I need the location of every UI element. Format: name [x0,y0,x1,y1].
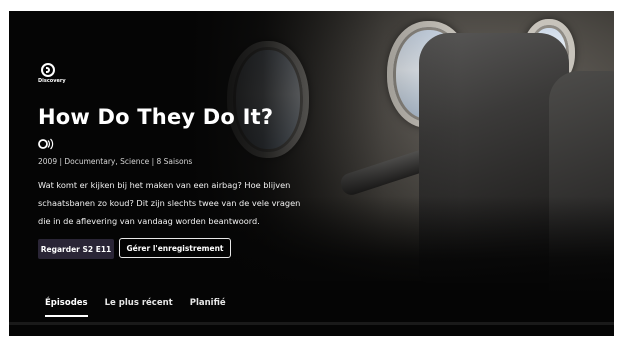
show-description: Wat komt er kijken bij het maken van een… [38,180,301,226]
tab-latest[interactable]: Le plus récent [105,298,173,314]
tab-episodes[interactable]: Épisodes [45,298,88,317]
channel-logo-text: Discovery [38,78,66,84]
tab-bar: Épisodes Le plus récent Planifié [45,298,226,317]
manage-recording-button[interactable]: Gérer l'enregistrement [119,238,231,258]
watch-episode-button[interactable]: Regarder S2 E11 [38,239,114,259]
audio-description-icon [38,138,54,150]
content-row-peek [9,322,614,325]
show-title: How Do They Do It? [38,105,274,129]
channel-logo: Discovery [38,63,74,84]
show-metadata: 2009 | Documentary, Science | 8 Saisons [38,157,193,166]
hero-background-image [9,11,614,336]
tab-scheduled[interactable]: Planifié [190,298,226,314]
tv-screen [9,11,614,336]
discovery-logo-icon [41,63,55,77]
